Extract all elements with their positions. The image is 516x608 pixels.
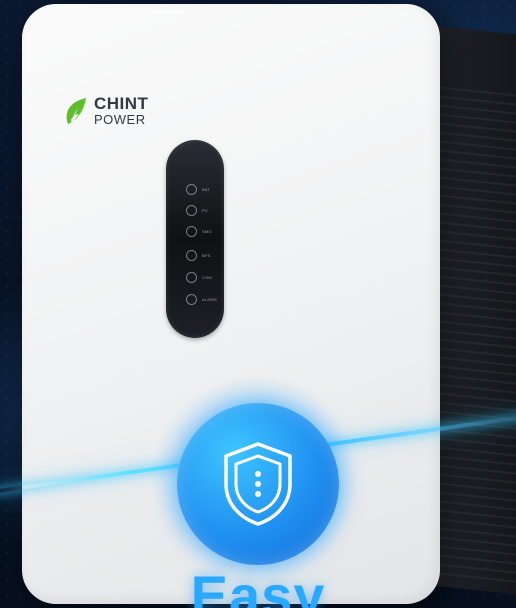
brand-sub: POWER (94, 112, 146, 127)
battery-icon (186, 250, 197, 261)
leaf-icon (66, 97, 86, 124)
indicator-label: ALARM (202, 297, 217, 302)
shield-icon (218, 440, 298, 528)
shield-badge (177, 403, 339, 565)
pv-icon (186, 205, 197, 216)
indicator-label: SMO (202, 229, 212, 234)
indicator-pv: PV (186, 205, 208, 216)
indicator-com: COM (186, 272, 212, 283)
heading-text: Easy (190, 564, 326, 608)
grid-icon (186, 184, 197, 195)
indicator-label: PV (202, 208, 208, 213)
com-icon (186, 272, 197, 283)
alarm-icon (186, 294, 197, 305)
indicator-label: BAT (202, 187, 211, 192)
brand-name: CHINT (94, 94, 149, 113)
indicator-smo: SMO (186, 226, 212, 237)
product-banner: CHINT POWER BAT PV SMO BPS COM ALARM Eas… (0, 0, 516, 608)
indicator-alarm: ALARM (186, 294, 217, 305)
indicator-bat: BAT (186, 184, 210, 195)
indicator-bps: BPS (186, 250, 211, 261)
indicator-label: BPS (202, 253, 211, 258)
indicator-label: COM (202, 275, 212, 280)
brand-logo: CHINT POWER (62, 95, 148, 126)
status-display: BAT PV SMO BPS COM ALARM (166, 140, 224, 338)
power-icon (186, 226, 197, 237)
